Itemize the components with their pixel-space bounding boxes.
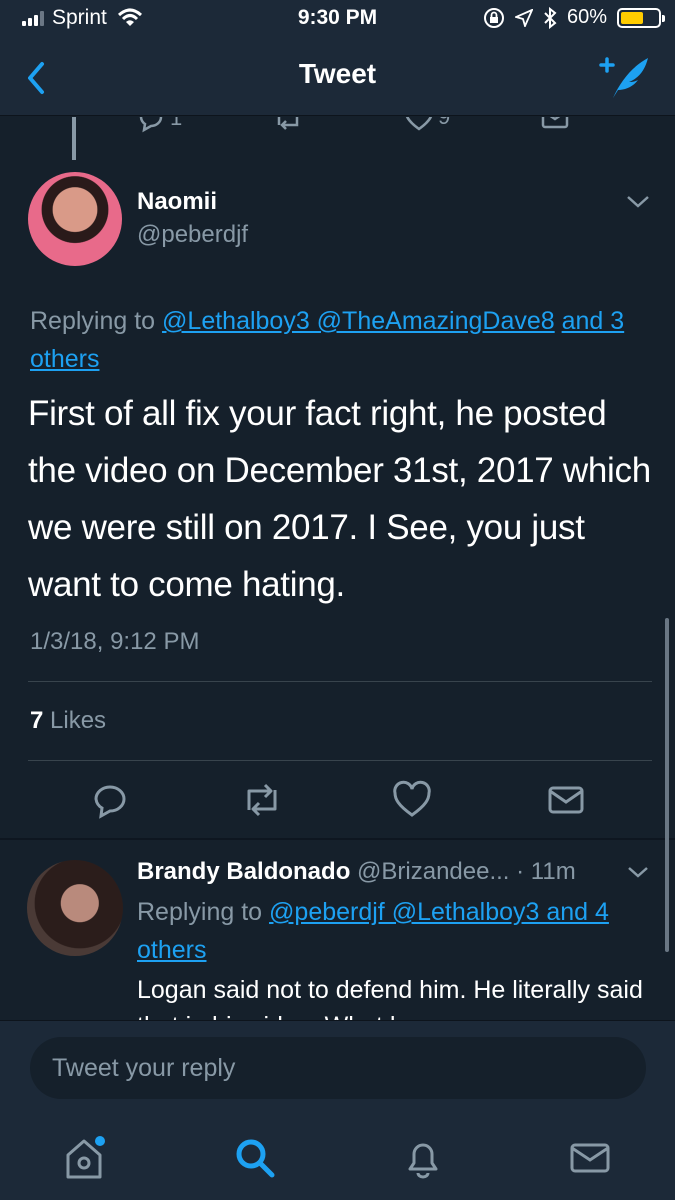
search-icon[interactable] <box>230 1133 280 1183</box>
reply-author-handle: @Brizandee... <box>357 858 510 885</box>
battery-percent: 60% <box>566 6 607 28</box>
replying-to-users-link[interactable]: @Lethalboy3 @TheAmazingDave8 <box>162 307 555 335</box>
reply-time: · 11m <box>516 858 576 885</box>
scrollbar[interactable] <box>665 618 669 952</box>
home-icon[interactable] <box>60 1133 110 1183</box>
reply-text: Logan said not to defend him. He literal… <box>137 976 643 1020</box>
reply-text-container: Logan said not to defend him. He literal… <box>137 972 657 1020</box>
previous-tweet-actions: 1 9 <box>0 117 675 135</box>
tweet-timestamp: 1/3/18, 9:12 PM <box>30 628 200 655</box>
likes-count[interactable]: 7 Likes <box>30 707 106 735</box>
status-bar: Sprint 9:30 PM 60% <box>0 0 675 40</box>
divider <box>28 760 652 761</box>
chevron-down-icon[interactable] <box>624 192 652 212</box>
bell-icon[interactable] <box>398 1133 448 1183</box>
reply-bubble-icon <box>139 117 163 133</box>
battery-fill <box>621 11 643 24</box>
heart-icon <box>405 117 433 131</box>
like-button[interactable] <box>392 780 432 820</box>
bluetooth-icon <box>544 6 557 29</box>
mail-icon[interactable] <box>566 1133 616 1183</box>
previous-reply-count: 1 <box>170 117 183 130</box>
location-icon <box>514 8 533 27</box>
previous-dm-button[interactable] <box>540 117 570 133</box>
chevron-down-icon[interactable] <box>626 864 650 882</box>
envelope-icon <box>541 117 569 129</box>
likes-label: Likes <box>50 707 107 734</box>
author-name[interactable]: Naomii <box>137 188 217 216</box>
reply-avatar[interactable] <box>27 860 123 956</box>
share-dm-button[interactable] <box>546 780 586 820</box>
tweet-reply-input[interactable] <box>30 1037 646 1099</box>
tweet-text: First of all fix your fact right, he pos… <box>28 394 651 604</box>
previous-like-button[interactable]: 9 <box>404 117 450 131</box>
orientation-lock-icon <box>483 7 504 28</box>
status-right: 60% <box>483 6 665 29</box>
avatar[interactable] <box>28 172 122 266</box>
likes-number: 7 <box>30 707 44 734</box>
author-handle[interactable]: @peberdjf <box>137 221 248 249</box>
reply-button[interactable] <box>90 780 130 820</box>
battery-icon <box>617 7 665 28</box>
divider <box>28 681 652 682</box>
previous-like-count: 9 <box>438 117 450 130</box>
reply-replying-prefix: Replying to <box>137 898 263 926</box>
compose-feather-icon[interactable] <box>599 54 651 100</box>
retweet-button[interactable] <box>240 780 284 820</box>
retweet-icon <box>277 117 299 130</box>
reply-composer <box>0 1020 675 1115</box>
tweet-separator <box>0 838 675 840</box>
reply-replying-to: Replying to @peberdjf @Lethalboy3 and 4 … <box>137 893 657 969</box>
page-title: Tweet <box>298 58 377 89</box>
replying-prefix: Replying to <box>30 307 156 335</box>
reply-header[interactable]: Brandy Baldonado @Brizandee... · 11m <box>137 858 637 886</box>
previous-tweet: 1 9 <box>0 117 675 160</box>
previous-reply-button[interactable]: 1 <box>136 117 182 133</box>
replying-to: Replying to @Lethalboy3 @TheAmazingDave8… <box>30 302 650 378</box>
tab-bar <box>0 1115 675 1200</box>
reply-author-name: Brandy Baldonado <box>137 858 351 885</box>
navigation-bar: Tweet <box>0 40 675 116</box>
previous-retweet-button[interactable] <box>272 117 304 133</box>
